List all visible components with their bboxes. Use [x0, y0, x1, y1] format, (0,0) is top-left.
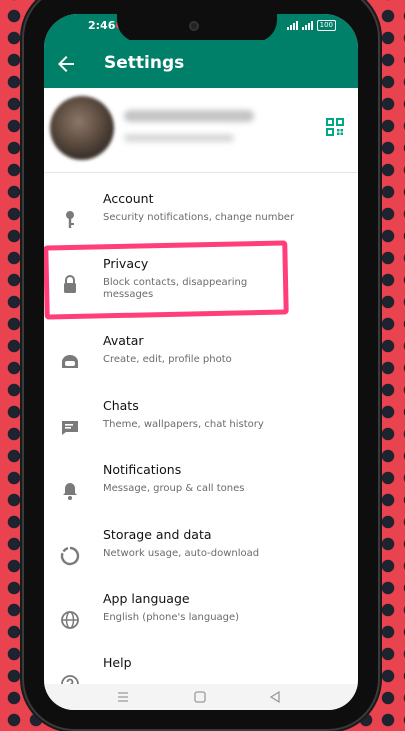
settings-item-label: Help	[103, 655, 132, 670]
profile-status-blurred	[124, 134, 234, 142]
settings-item-notifications[interactable]: Notifications Message, group & call tone…	[44, 457, 358, 519]
home-icon[interactable]	[193, 690, 207, 704]
qr-code-icon[interactable]	[326, 118, 344, 136]
status-indicators: 100	[286, 20, 336, 31]
signal-icon-2	[301, 21, 313, 30]
key-icon	[66, 211, 74, 228]
settings-item-avatar[interactable]: Avatar Create, edit, profile photo	[44, 328, 358, 390]
bell-icon	[63, 483, 77, 500]
back-arrow-icon[interactable]	[54, 52, 78, 76]
app-bar: Settings	[44, 40, 358, 88]
profile-name-blurred	[124, 110, 254, 122]
page-title: Settings	[104, 53, 185, 73]
settings-item-label: Account	[103, 191, 154, 206]
phone-screen: 2:46 100 Settings Account Security notif…	[44, 14, 358, 710]
settings-item-storage[interactable]: Storage and data Network usage, auto-dow…	[44, 522, 358, 584]
camera-notch	[117, 14, 277, 42]
avatar-face-icon	[62, 355, 78, 368]
settings-item-account[interactable]: Account Security notifications, change n…	[44, 186, 358, 248]
system-nav-bar	[44, 684, 358, 710]
settings-item-desc: Theme, wallpapers, chat history	[103, 419, 264, 430]
profile-row[interactable]	[44, 88, 358, 173]
settings-item-label: App language	[103, 591, 190, 606]
settings-item-desc: English (phone's language)	[103, 612, 240, 623]
storage-circle-icon	[60, 546, 80, 566]
recents-icon[interactable]	[116, 690, 130, 704]
settings-item-desc: Message, group & call tones	[103, 483, 245, 494]
settings-item-desc: Create, edit, profile photo	[103, 354, 232, 365]
status-time: 2:46	[88, 19, 116, 32]
settings-item-desc: Network usage, auto-download	[103, 548, 260, 559]
chat-icon	[62, 421, 78, 435]
back-nav-icon[interactable]	[268, 690, 282, 704]
settings-item-chats[interactable]: Chats Theme, wallpapers, chat history	[44, 393, 358, 455]
settings-item-label: Chats	[103, 398, 139, 413]
globe-icon	[61, 611, 79, 629]
battery-icon: 100	[316, 20, 336, 31]
front-camera	[189, 21, 199, 31]
settings-item-language[interactable]: App language English (phone's language)	[44, 586, 358, 648]
signal-icon	[286, 21, 298, 30]
avatar[interactable]	[50, 96, 114, 160]
privacy-highlight-annotation	[44, 240, 289, 320]
settings-item-label: Notifications	[103, 462, 182, 477]
settings-item-desc: Security notifications, change number	[103, 212, 295, 223]
settings-item-label: Avatar	[103, 333, 144, 348]
settings-item-label: Storage and data	[103, 527, 212, 542]
